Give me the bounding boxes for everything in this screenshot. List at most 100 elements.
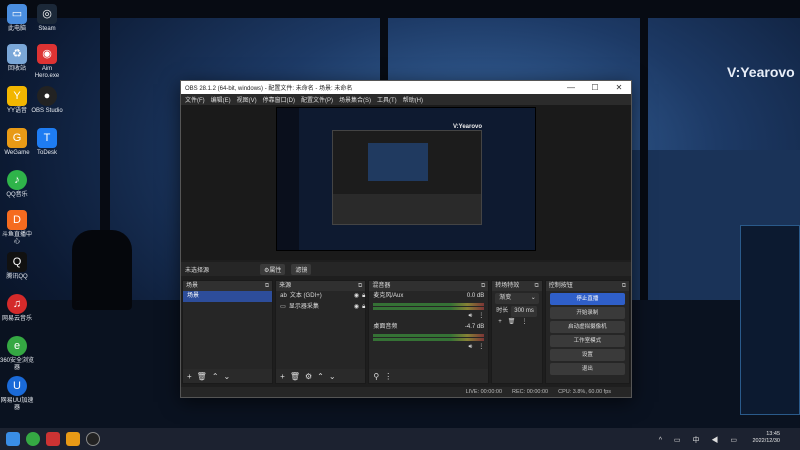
steam-icon: ◎ xyxy=(37,4,57,24)
popout-icon[interactable]: ⧉ xyxy=(358,281,362,291)
menu-docks[interactable]: 停靠窗口(D) xyxy=(263,95,295,104)
obs-taskbar-icon[interactable] xyxy=(86,432,100,446)
menu-tools[interactable]: 工具(T) xyxy=(377,95,397,104)
filters-button[interactable]: 滤镜 xyxy=(291,263,312,275)
popout-icon[interactable]: ⧉ xyxy=(481,281,485,291)
desktop-icon[interactable]: Q 腾讯QQ xyxy=(0,252,34,281)
windows-start-icon[interactable] xyxy=(6,432,20,446)
uu-accelerator-icon: U xyxy=(7,376,27,396)
dock-header: 来源 ⧉ xyxy=(276,281,366,291)
stop-streaming-button[interactable]: 停止直播 xyxy=(549,293,625,305)
dock-footer: ⚲ ⋮ xyxy=(369,369,489,383)
volume-icon[interactable]: 🔊︎ xyxy=(468,311,472,322)
text-source-icon: ab xyxy=(280,293,287,299)
maximize-icon[interactable]: ☐ xyxy=(583,83,607,92)
trash-icon[interactable]: 🗑 xyxy=(290,372,300,381)
more-icon[interactable]: ⋮ xyxy=(478,342,484,353)
more-icon[interactable]: ⋮ xyxy=(521,317,527,328)
computer-icon: ▭ xyxy=(7,4,27,24)
start-virtual-camera-button[interactable]: 启动虚拟摄像机 xyxy=(549,321,625,333)
lock-icon[interactable]: 🔒︎ xyxy=(362,302,365,313)
menu-help[interactable]: 帮助(H) xyxy=(403,95,423,104)
scene-item[interactable]: 场景 xyxy=(183,291,273,302)
lock-icon[interactable]: 🔒︎ xyxy=(362,291,365,302)
desktop-icon[interactable]: G WeGame xyxy=(0,128,34,157)
fish-tank xyxy=(740,225,800,415)
aimhero-icon: ◉ xyxy=(37,44,57,64)
menu-view[interactable]: 视图(V) xyxy=(237,95,257,104)
desktop-icon[interactable]: ♫ 网易云音乐 xyxy=(0,294,34,323)
icon-label: YY语音 xyxy=(6,108,27,114)
studio-mode-button[interactable]: 工作室模式 xyxy=(549,335,625,347)
source-item[interactable]: ab 文本 (GDI+) ◉ 🔒︎ xyxy=(276,291,365,302)
preview-watermark: V:Yearovo xyxy=(453,124,483,130)
transition-buttons: + 🗑 ⋮ xyxy=(492,317,542,328)
exit-button[interactable]: 退出 xyxy=(549,363,625,375)
icon-label: 腾讯QQ xyxy=(6,274,28,280)
icon-label: WeGame xyxy=(4,150,30,156)
up-icon[interactable]: ⌃ xyxy=(212,372,219,381)
duration-input[interactable]: 300 ms xyxy=(511,306,537,317)
menu-edit[interactable]: 编辑(E) xyxy=(211,95,231,104)
icon-label: 360安全浏览器 xyxy=(0,358,35,371)
more-icon[interactable]: ⋮ xyxy=(384,372,392,381)
popout-icon[interactable]: ⧉ xyxy=(622,281,626,291)
preview-canvas[interactable]: V:Yearovo xyxy=(276,107,536,251)
desktop-icon[interactable]: U 网易UU加速器 xyxy=(0,376,34,412)
wegame-taskbar-icon[interactable] xyxy=(66,432,80,446)
menu-scene-collection[interactable]: 场景集合(S) xyxy=(339,95,371,104)
up-icon[interactable]: ⌃ xyxy=(317,372,324,381)
trash-icon[interactable]: 🗑 xyxy=(508,317,516,328)
track-db: -4.7 dB xyxy=(464,324,485,330)
qqmusic-icon: ♪ xyxy=(7,170,27,190)
system-tray[interactable]: ^ ▭ 中 ◀ ▭ xyxy=(659,435,742,445)
properties-button[interactable]: ⚙属性 xyxy=(260,263,286,275)
qq-icon: Q xyxy=(7,252,27,272)
desktop-icon[interactable]: T ToDesk xyxy=(30,128,64,157)
transition-select[interactable]: 渐变 ⌄ xyxy=(495,293,539,304)
down-icon[interactable]: ⌄ xyxy=(329,372,336,381)
gear-icon[interactable]: ⚙ xyxy=(305,372,312,381)
menu-file[interactable]: 文件(F) xyxy=(185,95,205,104)
desktop-icon[interactable]: ▭ 此电脑 xyxy=(0,4,34,33)
settings-button[interactable]: 设置 xyxy=(549,349,625,361)
track-controls: 🔊︎ ⋮ xyxy=(369,311,488,322)
add-icon[interactable]: + xyxy=(187,372,192,381)
down-icon[interactable]: ⌄ xyxy=(224,372,231,381)
obs-window: OBS 28.1.2 (64-bit, windows) - 配置文件: 未命名… xyxy=(180,80,632,398)
clock[interactable]: 13:45 2022/12/30 xyxy=(752,431,780,445)
360-browser-taskbar-icon[interactable] xyxy=(26,432,40,446)
cpu-status: CPU: 3.8%, 60.00 fps xyxy=(558,389,611,395)
trash-icon[interactable]: 🗑 xyxy=(197,372,207,381)
source-item[interactable]: ▭ 显示器采集 ◉ 🔒︎ xyxy=(276,302,365,313)
add-icon[interactable]: + xyxy=(280,372,285,381)
add-icon[interactable]: + xyxy=(498,317,502,328)
icon-label: 网易云音乐 xyxy=(1,316,32,322)
desktop-icon[interactable]: ● OBS Studio xyxy=(30,86,64,115)
icon-label: QQ音乐 xyxy=(6,192,28,198)
more-icon[interactable]: ⋮ xyxy=(478,311,484,322)
desktop-icon[interactable]: e 360安全浏览器 xyxy=(0,336,34,372)
mixer-track-header: 麦克风/Aux 0.0 dB xyxy=(369,291,488,302)
wegame-icon: G xyxy=(7,128,27,148)
volume-icon[interactable]: 🔊︎ xyxy=(468,342,472,353)
start-recording-button[interactable]: 开始录制 xyxy=(549,307,625,319)
desktop-icon[interactable]: ◎ Steam xyxy=(30,4,64,33)
minimize-icon[interactable]: — xyxy=(559,83,583,92)
desktop-icon[interactable]: ◉ Aim Hero.exe xyxy=(30,44,64,80)
dock-header: 场景 ⧉ xyxy=(183,281,273,291)
eye-icon[interactable]: ◉ xyxy=(354,302,359,313)
eye-icon[interactable]: ◉ xyxy=(354,291,359,302)
desktop-icon[interactable]: ♻ 回收站 xyxy=(0,44,34,73)
popout-icon[interactable]: ⧉ xyxy=(265,281,269,291)
app-taskbar-icon[interactable] xyxy=(46,432,60,446)
close-icon[interactable]: ✕ xyxy=(607,83,631,92)
desktop-icon[interactable]: D 斗鱼直播中心 xyxy=(0,210,34,246)
wrench-icon[interactable]: ⚲ xyxy=(373,372,379,381)
menu-profile[interactable]: 配置文件(P) xyxy=(301,95,333,104)
popout-icon[interactable]: ⧉ xyxy=(534,281,538,291)
desktop-icon[interactable]: Y YY语音 xyxy=(0,86,34,115)
douyu-icon: D xyxy=(7,210,27,230)
desktop-icon[interactable]: ♪ QQ音乐 xyxy=(0,170,34,199)
volume-meter xyxy=(373,338,485,341)
